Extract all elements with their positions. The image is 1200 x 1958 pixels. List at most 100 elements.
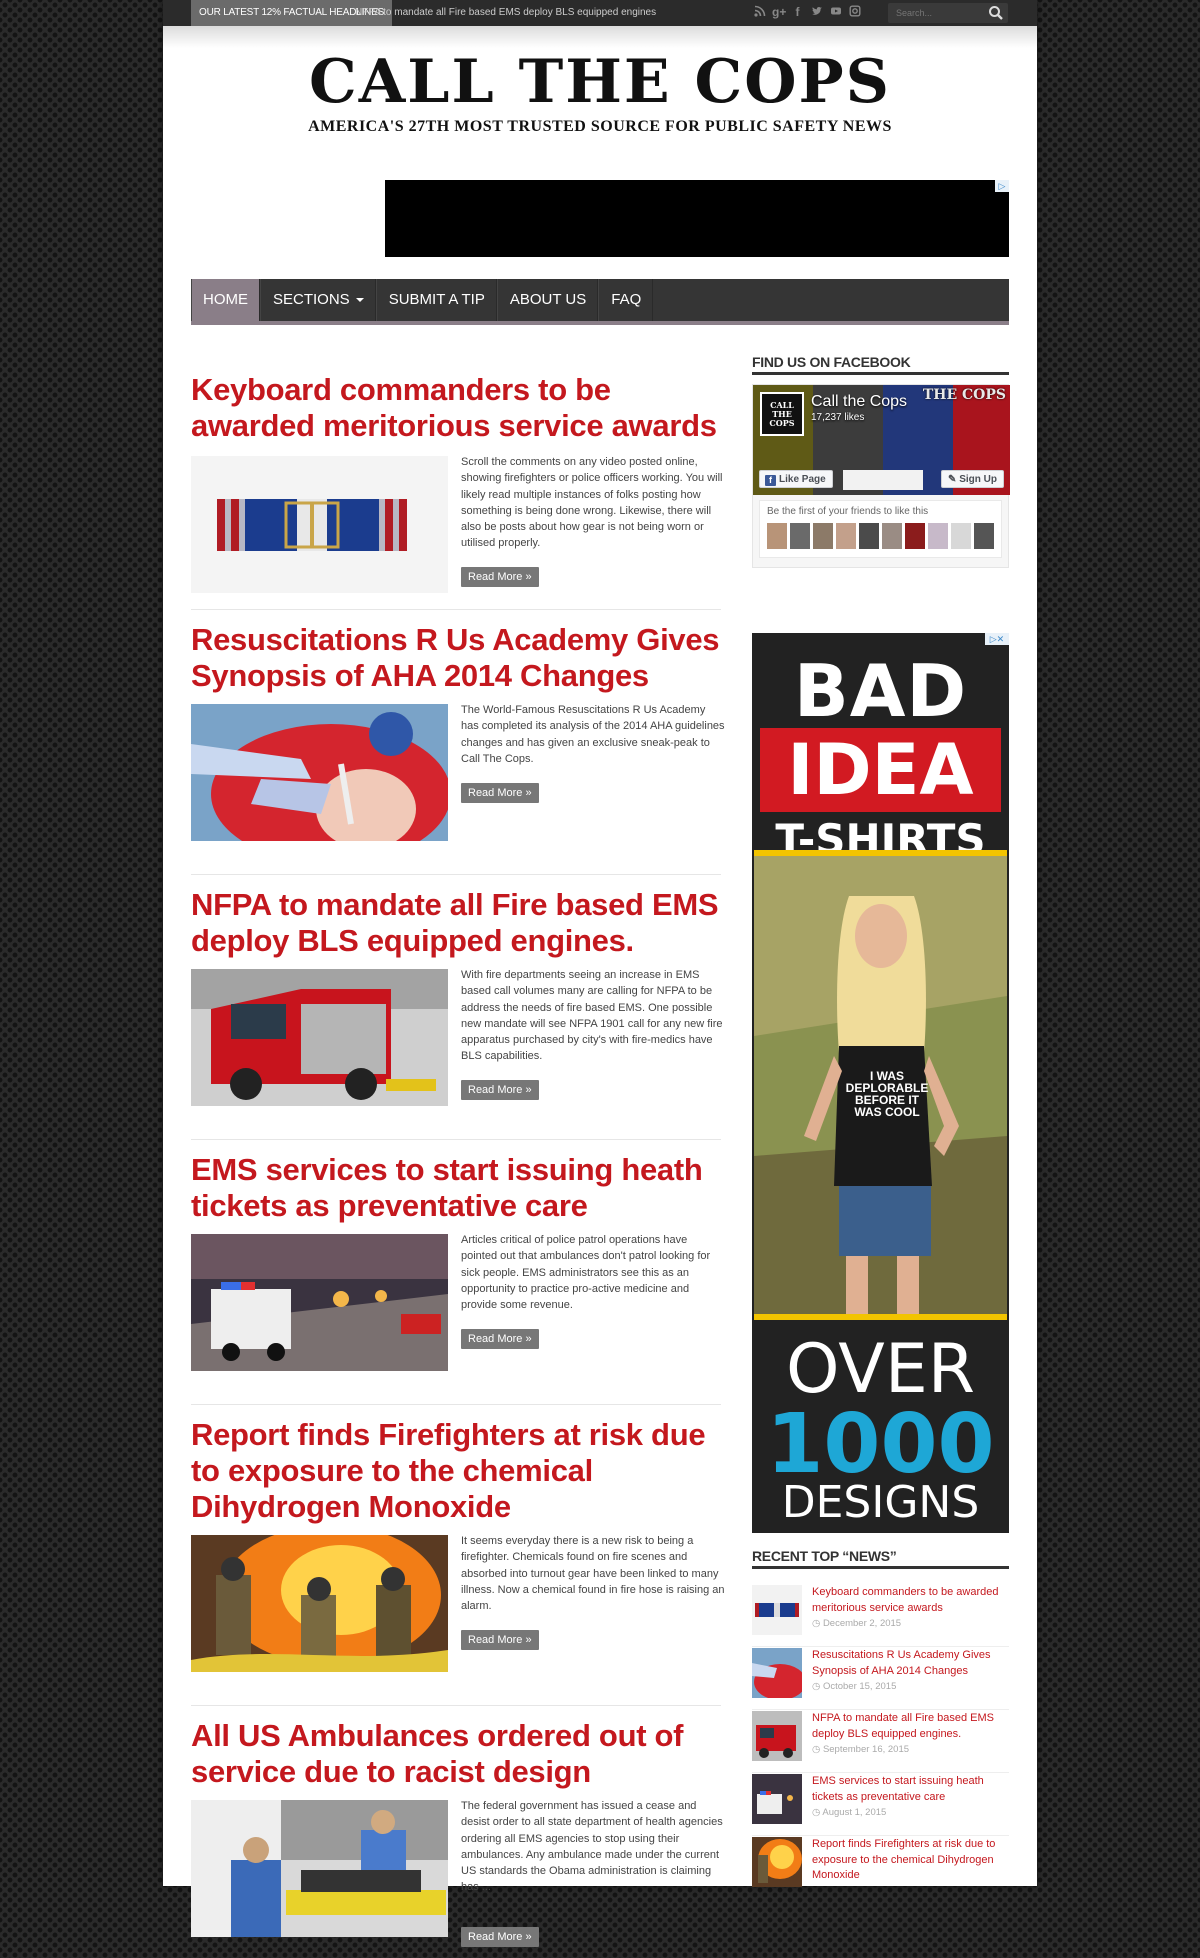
recent-thumbnail[interactable]: [752, 1837, 802, 1887]
read-more-button[interactable]: Read More »: [461, 783, 539, 803]
post-title[interactable]: EMS services to start issuing heath tick…: [191, 1152, 721, 1224]
adchoices-icon[interactable]: ▷: [995, 180, 1009, 192]
post-item: All US Ambulances ordered out of service…: [191, 1718, 723, 1958]
friend-avatar[interactable]: [836, 523, 856, 549]
search-input[interactable]: [888, 3, 978, 23]
fb-friends-box: Be the first of your friends to like thi…: [759, 500, 1002, 558]
post-excerpt: The World-Famous Resuscitations R Us Aca…: [461, 704, 725, 765]
facebook-icon[interactable]: f: [791, 5, 804, 20]
recent-title[interactable]: Keyboard commanders to be awarded merito…: [812, 1585, 1007, 1616]
friend-avatar[interactable]: [790, 523, 810, 549]
recent-title[interactable]: Resuscitations R Us Academy Gives Synops…: [812, 1648, 1007, 1679]
sidebar-tshirt-ad[interactable]: ▷✕ BAD IDEA T-SHIRTS I WAS DEPLORABLE BE…: [752, 633, 1009, 1533]
post-item: NFPA to mandate all Fire based EMS deplo…: [191, 887, 722, 1140]
ad-headline-bad: BAD: [793, 649, 968, 733]
fb-like-page-button[interactable]: f Like Page: [759, 470, 833, 488]
ad-headline-designs: DESIGNS: [781, 1477, 980, 1528]
post-thumbnail[interactable]: [191, 1234, 448, 1371]
read-more-button[interactable]: Read More »: [461, 1080, 539, 1100]
recent-thumbnail[interactable]: [752, 1711, 802, 1761]
recent-thumbnail[interactable]: [752, 1774, 802, 1824]
youtube-icon[interactable]: [829, 5, 842, 20]
read-more-button[interactable]: Read More »: [461, 567, 539, 587]
post-excerpt: With fire departments seeing an increase…: [461, 969, 723, 1063]
friend-avatar[interactable]: [859, 523, 879, 549]
recent-title[interactable]: NFPA to mandate all Fire based EMS deplo…: [812, 1711, 1007, 1742]
site-tagline: AMERICA'S 27TH MOST TRUSTED SOURCE FOR P…: [308, 118, 892, 135]
post-excerpt: It seems everyday there is a new risk to…: [461, 1535, 725, 1613]
post-item: Report finds Firefighters at risk due to…: [191, 1417, 725, 1706]
rss-icon[interactable]: [753, 5, 766, 20]
read-more-button[interactable]: Read More »: [461, 1329, 539, 1349]
friend-avatar[interactable]: [905, 523, 925, 549]
ad-headline-1000: 1000: [766, 1397, 995, 1492]
recent-title[interactable]: EMS services to start issuing heath tick…: [812, 1774, 1007, 1805]
post-title[interactable]: Report finds Firefighters at risk due to…: [191, 1417, 721, 1525]
read-more-button[interactable]: Read More »: [461, 1927, 539, 1947]
nav-item-submit-a-tip[interactable]: SUBMIT A TIP: [375, 279, 497, 321]
ad-headline-over: OVER: [785, 1330, 976, 1409]
post-title[interactable]: Keyboard commanders to be awarded merito…: [191, 372, 721, 444]
ad-shirt-text: I WAS DEPLORABLE BEFORE IT WAS COOL: [845, 1069, 929, 1119]
friend-avatar[interactable]: [882, 523, 902, 549]
site-title: CALL THE COPS: [309, 47, 891, 117]
post-thumbnail[interactable]: [191, 1800, 448, 1937]
twitter-icon[interactable]: [810, 5, 823, 20]
recent-item[interactable]: Report finds Firefighters at risk due to…: [752, 1837, 1009, 1899]
friend-avatar[interactable]: [928, 523, 948, 549]
post-title[interactable]: All US Ambulances ordered out of service…: [191, 1718, 721, 1790]
search-icon[interactable]: [988, 5, 1004, 21]
friend-avatar[interactable]: [813, 523, 833, 549]
post-item: EMS services to start issuing heath tick…: [191, 1152, 721, 1405]
post-item: Keyboard commanders to be awarded merito…: [191, 372, 722, 610]
recent-date: December 2, 2015: [812, 1618, 901, 1629]
fb-friend-faces: [767, 523, 994, 549]
fb-friends-text: Be the first of your friends to like thi…: [767, 506, 929, 517]
post-title[interactable]: NFPA to mandate all Fire based EMS deplo…: [191, 887, 721, 959]
friend-avatar[interactable]: [767, 523, 787, 549]
post-thumbnail[interactable]: [191, 456, 448, 593]
recent-news-widget: RECENT TOP “NEWS” Keyboard commanders to…: [752, 1548, 1009, 1887]
facebook-cover[interactable]: THE COPS CALL THE COPS Call the Cops 17,…: [753, 385, 1010, 495]
widget-title-recent: RECENT TOP “NEWS”: [752, 1548, 1009, 1569]
recent-thumbnail[interactable]: [752, 1585, 802, 1635]
fb-signup-label: Sign Up: [959, 474, 997, 485]
fb-cover-text: THE COPS: [922, 387, 1006, 403]
top-bar: OUR LATEST 12% FACTUAL HEADLINES NFPA to…: [163, 0, 1037, 48]
read-more-button[interactable]: Read More »: [461, 1630, 539, 1650]
nav-label: SECTIONS: [273, 291, 350, 308]
recent-item[interactable]: EMS services to start issuing heath tick…: [752, 1774, 1009, 1836]
nav-item-about-us[interactable]: ABOUT US: [496, 279, 599, 321]
recent-item[interactable]: Resuscitations R Us Academy Gives Synops…: [752, 1648, 1009, 1710]
post-thumbnail[interactable]: [191, 1535, 448, 1672]
google-plus-icon[interactable]: g+: [772, 5, 786, 20]
instagram-icon[interactable]: [848, 5, 861, 20]
friend-avatar[interactable]: [974, 523, 994, 549]
nav-item-sections[interactable]: SECTIONS: [260, 279, 376, 321]
recent-item[interactable]: NFPA to mandate all Fire based EMS deplo…: [752, 1711, 1009, 1773]
nav-item-home[interactable]: HOME: [191, 279, 260, 321]
fb-page-name[interactable]: Call the Cops: [811, 393, 907, 411]
post-thumbnail[interactable]: [191, 704, 448, 841]
fb-like-label: Like Page: [779, 474, 826, 485]
facebook-widget: THE COPS CALL THE COPS Call the Cops 17,…: [752, 384, 1010, 568]
recent-date: August 1, 2015: [812, 1807, 886, 1818]
ticker-headline-link[interactable]: NFPA to mandate all Fire based EMS deplo…: [355, 0, 656, 26]
recent-title[interactable]: Report finds Firefighters at risk due to…: [812, 1837, 1007, 1884]
friend-avatar[interactable]: [951, 523, 971, 549]
recent-thumbnail[interactable]: [752, 1648, 802, 1698]
nav-item-faq[interactable]: FAQ: [598, 279, 654, 321]
nav-label: SUBMIT A TIP: [388, 291, 485, 308]
post-excerpt: Scroll the comments on any video posted …: [461, 456, 723, 550]
top-banner-ad[interactable]: ▷: [385, 180, 1009, 257]
adchoices-icon[interactable]: ▷✕: [985, 633, 1009, 645]
site-logo[interactable]: CALL THE COPS AMERICA'S 27TH MOST TRUSTE…: [163, 52, 1037, 136]
caret-down-icon: [355, 298, 364, 303]
post-excerpt: Articles critical of police patrol opera…: [461, 1234, 711, 1312]
fb-signup-button[interactable]: ✎ Sign Up: [941, 470, 1004, 488]
facebook-profile-pic[interactable]: CALL THE COPS: [760, 392, 804, 436]
recent-item[interactable]: Keyboard commanders to be awarded merito…: [752, 1585, 1009, 1647]
post-title[interactable]: Resuscitations R Us Academy Gives Synops…: [191, 622, 721, 694]
post-item: Resuscitations R Us Academy Gives Synops…: [191, 622, 725, 875]
post-thumbnail[interactable]: [191, 969, 448, 1106]
